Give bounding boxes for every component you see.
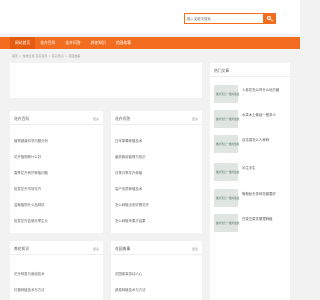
hot-article-title[interactable]: 水芙木土栽培一般多少 xyxy=(242,112,276,117)
list-item[interactable]: 盆栽植物什么品种好 xyxy=(14,202,45,207)
card-garden-stories: 花园故事 更多 花园故事感动人心 蔬菜种植技术与方法 xyxy=(111,241,202,300)
nav-item-growing-tips[interactable]: 养花知识 xyxy=(86,37,111,49)
list-item[interactable]: 花卉植物种什么好 xyxy=(14,154,41,159)
list-item[interactable]: 花卉种类与栽培技术 xyxy=(14,271,45,276)
card-title: 花卉问答 xyxy=(115,116,131,121)
card-flower-qa: 花卉问答 更多 日本草莓种植技术 番茄栽培管理与知识 月季月季花卉种植 高产优质… xyxy=(111,111,202,233)
hot-article-item[interactable]: 图片暂无一图片加载 百花香怎么人家种 xyxy=(214,135,298,153)
breadcrumb: 首页 > 当前位置:花卉百科 > 花卉知识 > 花园故事 xyxy=(12,54,81,58)
nav-item-garden-stories[interactable]: 花园故事 xyxy=(111,37,136,49)
card-title: 养花知识 xyxy=(14,246,30,251)
list-item[interactable]: 番茄栽培管理与知识 xyxy=(115,154,146,159)
list-item[interactable]: 植物健康科学问题分析 xyxy=(14,138,48,143)
hot-article-title[interactable]: 半生半生 xyxy=(242,165,256,170)
card-flower-encyclopedia: 花卉百科 更多 植物健康科学问题分析 花卉植物种什么好 春季花卉养护种植问题 批… xyxy=(10,111,103,233)
list-item[interactable]: 红薯种植技术与方法 xyxy=(14,287,45,292)
search-box[interactable]: 输入关键词搜索 xyxy=(184,13,276,24)
divider xyxy=(210,76,290,77)
list-item[interactable]: 蔬菜种植技术与方法 xyxy=(115,287,146,292)
divider xyxy=(111,254,202,255)
search-icon xyxy=(266,16,271,20)
card-title: 花园故事 xyxy=(115,246,131,251)
divider xyxy=(10,254,103,255)
more-link[interactable]: 更多 xyxy=(93,247,99,251)
more-link[interactable]: 更多 xyxy=(93,117,99,121)
main-nav: 网站首页 花卉百科 花卉问答 养花知识 花园故事 xyxy=(0,37,300,49)
list-item[interactable]: 怎么种植出来好看花卉 xyxy=(115,202,149,207)
hot-article-title[interactable]: 人参花怎么样什么地方最 xyxy=(242,87,279,92)
hot-article-title[interactable]: 葡萄秋天多种花都要好 xyxy=(242,191,276,196)
hot-article-title[interactable]: 白菜汪菜花哪里种植 xyxy=(242,216,273,221)
banner-panel xyxy=(10,63,202,98)
list-item[interactable]: 月季月季花卉种植 xyxy=(115,170,142,175)
card-growing-tips: 养花知识 更多 花卉种类与栽培技术 红薯种植技术与方法 xyxy=(10,241,103,300)
nav-item-flower-encyclopedia[interactable]: 花卉百科 xyxy=(35,37,60,49)
card-title: 花卉百科 xyxy=(14,116,30,121)
more-link[interactable]: 更多 xyxy=(192,117,198,121)
hot-articles-title: 热门文章 xyxy=(214,68,230,73)
search-input[interactable]: 输入关键词搜索 xyxy=(187,16,261,22)
thumbnail: 图片暂无一图片加载 xyxy=(214,163,239,181)
list-item[interactable]: 春季花卉养护种植问题 xyxy=(14,170,48,175)
hot-article-item[interactable]: 图片暂无一图片加载 葡萄秋天多种花都要好 xyxy=(214,189,298,207)
more-link[interactable]: 更多 xyxy=(192,247,198,251)
search-button[interactable] xyxy=(263,14,275,23)
divider xyxy=(10,124,103,125)
list-item[interactable]: 日本草莓种植技术 xyxy=(115,138,142,143)
thumbnail: 图片暂无一图片加载 xyxy=(214,135,239,153)
list-item[interactable]: 高产优质种植技术 xyxy=(115,186,142,191)
divider xyxy=(111,124,202,125)
thumbnail: 图片暂无一图片加载 xyxy=(214,110,239,128)
list-item[interactable]: 怎么种植苹果才结果 xyxy=(115,218,146,223)
hot-article-item[interactable]: 图片暂无一图片加载 人参花怎么样什么地方最 xyxy=(214,85,298,103)
nav-item-flower-qa[interactable]: 花卉问答 xyxy=(60,37,85,49)
hot-article-item[interactable]: 图片暂无一图片加载 半生半生 xyxy=(214,163,298,181)
hot-article-title[interactable]: 百花香怎么人家种 xyxy=(242,137,269,142)
hot-articles-panel: 热门文章 图片暂无一图片加载 人参花怎么样什么地方最 图片暂无一图片加载 水芙木… xyxy=(210,63,290,300)
list-item[interactable]: 批发花卉市场花卉 xyxy=(14,186,41,191)
hot-article-item[interactable]: 图片暂无一图片加载 水芙木土栽培一般多少 xyxy=(214,110,298,128)
list-item[interactable]: 花园故事感动人心 xyxy=(115,271,142,276)
nav-item-home[interactable]: 网站首页 xyxy=(10,37,36,49)
thumbnail: 图片暂无一图片加载 xyxy=(214,189,239,207)
list-item[interactable]: 批发花卉盆栽月季生长 xyxy=(14,218,48,223)
thumbnail: 图片暂无一图片加载 xyxy=(214,85,239,103)
thumbnail: 图片暂无一图片加载 xyxy=(214,214,239,232)
hot-article-item[interactable]: 图片暂无一图片加载 白菜汪菜花哪里种植 xyxy=(214,214,298,232)
header: 输入关键词搜索 xyxy=(0,0,300,34)
